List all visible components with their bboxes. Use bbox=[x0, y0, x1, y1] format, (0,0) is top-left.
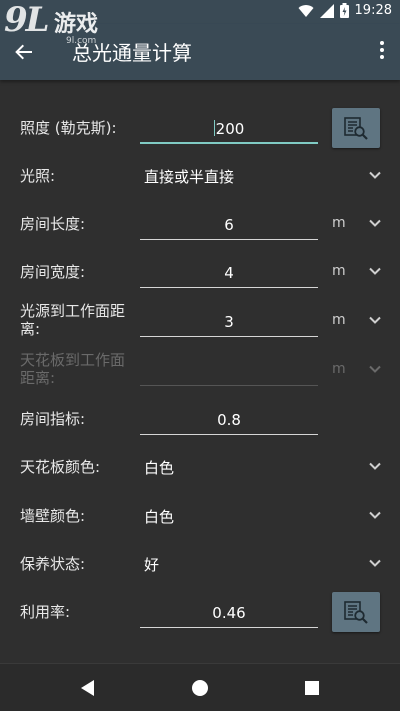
chevron-down-icon[interactable] bbox=[366, 262, 384, 280]
wall-color-select[interactable]: 白色 bbox=[144, 506, 174, 527]
room-width-unit[interactable]: m bbox=[332, 263, 346, 279]
nav-back-icon[interactable] bbox=[76, 676, 100, 700]
text-cursor bbox=[213, 120, 215, 136]
system-nav-bar bbox=[0, 663, 400, 711]
ceiling-color-label: 天花板颜色: bbox=[20, 458, 101, 476]
more-vert-icon bbox=[380, 41, 384, 45]
row-room-index: 房间指标: 0.8 bbox=[0, 395, 400, 443]
maintenance-select[interactable]: 好 bbox=[144, 554, 159, 575]
nav-recents-icon[interactable] bbox=[300, 676, 324, 700]
status-time: 19:28 bbox=[354, 3, 392, 18]
light-to-work-input[interactable]: 3 bbox=[140, 307, 318, 337]
ceiling-to-work-input bbox=[140, 356, 318, 386]
utilization-calc-button[interactable] bbox=[332, 592, 380, 632]
row-ceiling-color[interactable]: 天花板颜色: 白色 bbox=[0, 443, 400, 491]
row-utilization: 利用率: 0.46 bbox=[0, 588, 400, 636]
row-maintenance[interactable]: 保养状态: 好 bbox=[0, 540, 400, 588]
watermark-logo: 9L 游戏 9l.com bbox=[4, 0, 99, 46]
row-lighting[interactable]: 光照: 直接或半直接 bbox=[0, 152, 400, 200]
light-to-work-unit[interactable]: m bbox=[332, 312, 346, 328]
row-wall-color[interactable]: 墙壁颜色: 白色 bbox=[0, 492, 400, 540]
row-room-length: 房间长度: 6 m bbox=[0, 200, 400, 248]
chevron-down-icon[interactable] bbox=[366, 457, 384, 475]
light-to-work-label: 光源到工作面距离: bbox=[20, 302, 126, 338]
wall-color-label: 墙壁颜色: bbox=[20, 507, 86, 525]
room-length-input[interactable]: 6 bbox=[140, 210, 318, 240]
room-index-label: 房间指标: bbox=[20, 410, 86, 428]
table-search-icon bbox=[344, 601, 368, 624]
ceiling-to-work-label: 天花板到工作面距离: bbox=[20, 351, 126, 387]
chevron-down-icon[interactable] bbox=[366, 506, 384, 524]
row-room-width: 房间宽度: 4 m bbox=[0, 248, 400, 296]
row-light-to-work: 光源到工作面距离: 3 m bbox=[0, 297, 400, 345]
utilization-input[interactable]: 0.46 bbox=[140, 598, 318, 628]
chevron-down-icon bbox=[369, 365, 381, 373]
wifi-icon bbox=[298, 4, 314, 17]
room-length-label: 房间长度: bbox=[20, 215, 86, 233]
signal-icon bbox=[319, 3, 334, 18]
chevron-down-icon[interactable] bbox=[366, 214, 384, 232]
ceiling-color-select[interactable]: 白色 bbox=[144, 457, 174, 478]
row-illuminance: 照度 (勒克斯): 200 bbox=[0, 104, 400, 152]
lighting-label: 光照: bbox=[20, 167, 56, 185]
nav-home-icon[interactable] bbox=[188, 676, 212, 700]
row-ceiling-to-work: 天花板到工作面距离: m bbox=[0, 346, 400, 394]
room-index-input[interactable]: 0.8 bbox=[140, 405, 318, 435]
maintenance-label: 保养状态: bbox=[20, 555, 86, 573]
room-width-input[interactable]: 4 bbox=[140, 258, 318, 288]
overflow-menu-button[interactable] bbox=[374, 38, 390, 66]
illuminance-calc-button[interactable] bbox=[332, 108, 380, 148]
room-width-label: 房间宽度: bbox=[20, 263, 86, 281]
ceiling-to-work-unit: m bbox=[332, 361, 346, 377]
illuminance-input[interactable]: 200 bbox=[140, 114, 318, 144]
lighting-select[interactable]: 直接或半直接 bbox=[144, 166, 234, 187]
table-search-icon bbox=[344, 117, 368, 140]
chevron-down-icon[interactable] bbox=[366, 166, 384, 184]
chevron-down-icon[interactable] bbox=[366, 311, 384, 329]
chevron-down-icon[interactable] bbox=[366, 554, 384, 572]
utilization-label: 利用率: bbox=[20, 603, 71, 621]
illuminance-label: 照度 (勒克斯): bbox=[20, 119, 117, 137]
room-length-unit[interactable]: m bbox=[332, 215, 346, 231]
battery-icon bbox=[339, 3, 349, 18]
